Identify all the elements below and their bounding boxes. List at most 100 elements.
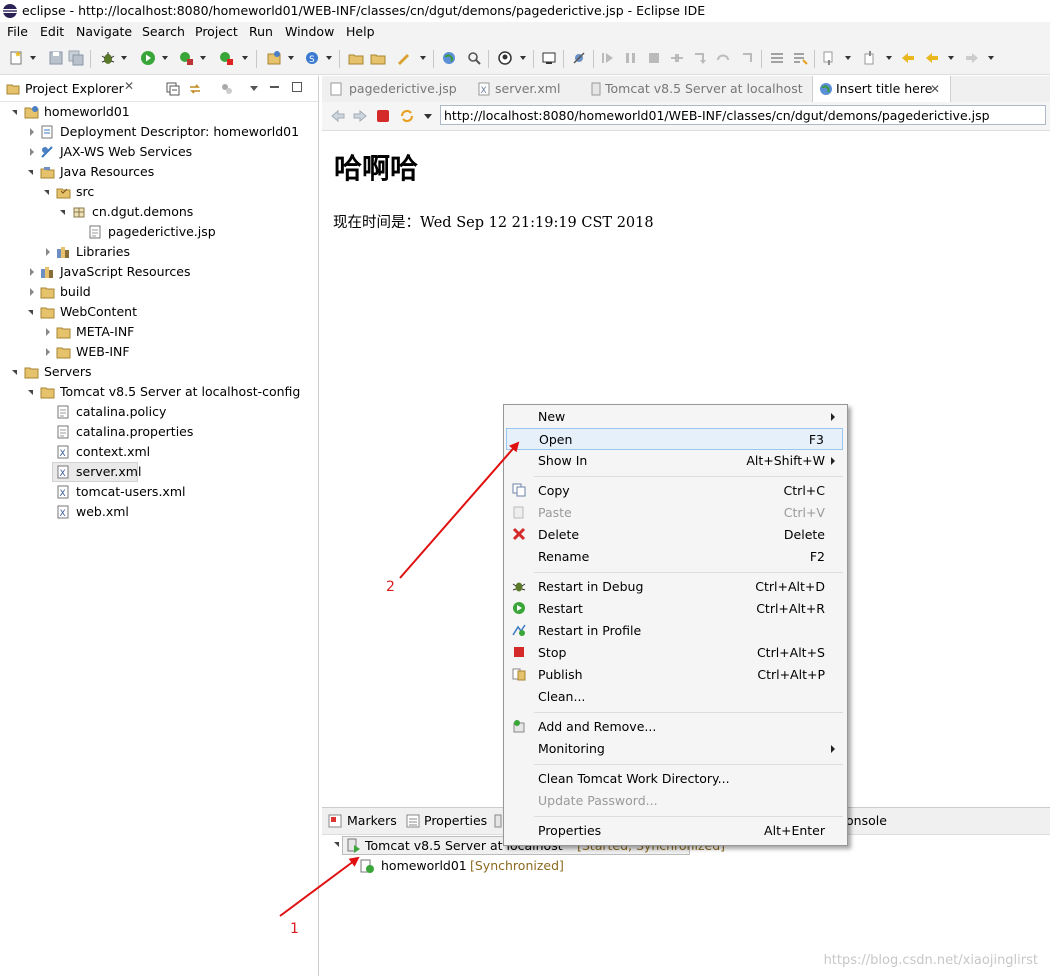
tree-item-servers[interactable]: Servers [0, 362, 318, 382]
coverage-icon[interactable] [218, 50, 234, 66]
debug-icon[interactable] [100, 50, 116, 66]
skip-breakpoints-icon[interactable] [571, 50, 587, 66]
web-browser-icon[interactable] [441, 50, 457, 66]
menu-item-properties[interactable]: Properties Alt+Enter [506, 820, 843, 842]
step-into-icon[interactable] [692, 50, 708, 66]
project-explorer-title[interactable]: Project Explorer [25, 81, 124, 96]
tab-properties[interactable]: Properties [406, 808, 492, 834]
suspend-icon[interactable] [623, 50, 639, 66]
stop-icon[interactable] [376, 109, 390, 123]
tab-pagederictive-jsp[interactable]: pagederictive.jsp [324, 76, 470, 102]
tab-tomcat-server[interactable]: Tomcat v8.5 Server at localhost [584, 76, 810, 102]
tree-item-tomcat-config[interactable]: Tomcat v8.5 Server at localhost-config [0, 382, 318, 402]
tab-server-xml[interactable]: X server.xml [472, 76, 582, 102]
menu-item-monitoring[interactable]: Monitoring [506, 738, 843, 760]
menu-item-add-remove[interactable]: Add and Remove... [506, 716, 843, 738]
tree-item-context-xml[interactable]: X context.xml [0, 442, 318, 462]
forward-icon[interactable] [352, 108, 368, 124]
menu-item-paste[interactable]: Paste Ctrl+V [506, 502, 843, 524]
filter-icon[interactable] [220, 82, 234, 96]
menu-item-stop[interactable]: Stop Ctrl+Alt+S [506, 642, 843, 664]
resume-icon[interactable] [600, 50, 616, 66]
tree-item-javascript-resources[interactable]: JavaScript Resources [0, 262, 318, 282]
run-icon[interactable] [140, 50, 156, 66]
menu-item-new[interactable]: New [506, 406, 843, 428]
tree-item-java-resources[interactable]: Java Resources [0, 162, 318, 182]
menu-navigate[interactable]: Navigate [76, 24, 132, 39]
url-input[interactable]: http://localhost:8080/homeworld01/WEB-IN… [440, 105, 1046, 125]
close-tab-icon[interactable]: ✕ [930, 76, 940, 102]
refresh-dropdown-icon[interactable] [424, 114, 432, 119]
prev-annotation-icon[interactable] [862, 50, 878, 66]
menu-project[interactable]: Project [195, 24, 238, 39]
close-icon[interactable]: ✕ [124, 79, 134, 93]
tree-item-homeworld01[interactable]: homeworld01 [0, 102, 318, 122]
menu-help[interactable]: Help [346, 24, 375, 39]
tree-item-build[interactable]: build [0, 282, 318, 302]
save-icon[interactable] [48, 50, 64, 66]
tree-item-jax-ws[interactable]: JAX-WS Web Services [0, 142, 318, 162]
toggle-mark-icon[interactable] [769, 50, 785, 66]
minimize-icon[interactable] [270, 86, 279, 88]
menu-item-restart-debug[interactable]: Restart in Debug Ctrl+Alt+D [506, 576, 843, 598]
menu-window[interactable]: Window [285, 24, 334, 39]
tree-item-pagederictive-jsp[interactable]: pagederictive.jsp [0, 222, 318, 242]
tree-item-package[interactable]: cn.dgut.demons [0, 202, 318, 222]
tree-item-src[interactable]: src [0, 182, 318, 202]
forward-icon[interactable] [964, 50, 980, 66]
menu-item-clean-tomcat-work-dir[interactable]: Clean Tomcat Work Directory... [506, 768, 843, 790]
collapse-all-icon[interactable] [166, 82, 180, 96]
next-annotation-icon[interactable] [821, 50, 837, 66]
refresh-icon[interactable] [399, 108, 415, 124]
new-java-project-icon[interactable] [266, 50, 282, 66]
tab-insert-title-here[interactable]: Insert title here ✕ [812, 76, 951, 102]
tree-item-webcontent[interactable]: WebContent [0, 302, 318, 322]
save-all-icon[interactable] [68, 50, 84, 66]
view-menu-icon[interactable] [250, 86, 258, 91]
annotation-icon[interactable] [792, 50, 808, 66]
menu-item-rename[interactable]: Rename F2 [506, 546, 843, 568]
menu-item-clean[interactable]: Clean... [506, 686, 843, 708]
perspective-icon[interactable] [497, 50, 513, 66]
run-external-icon[interactable] [178, 50, 194, 66]
menu-item-publish[interactable]: Publish Ctrl+Alt+P [506, 664, 843, 686]
back-icon[interactable] [924, 50, 940, 66]
console-icon[interactable] [541, 50, 557, 66]
tree-item-catalina-properties[interactable]: catalina.properties [0, 422, 318, 442]
open-type-icon[interactable] [348, 50, 364, 66]
tab-markers[interactable]: Markers [326, 808, 402, 834]
tree-item-libraries[interactable]: Libraries [0, 242, 318, 262]
expand-icon[interactable] [334, 842, 339, 847]
terminate-icon[interactable] [646, 50, 662, 66]
menu-run[interactable]: Run [249, 24, 273, 39]
tree-item-server-xml[interactable]: X server.xml [52, 462, 141, 482]
tree-item-deployment-descriptor[interactable]: Deployment Descriptor: homeworld01 [0, 122, 318, 142]
menu-item-restart[interactable]: Restart Ctrl+Alt+R [506, 598, 843, 620]
tree-item-web-inf[interactable]: WEB-INF [0, 342, 318, 362]
maximize-icon[interactable] [292, 82, 302, 92]
disconnect-icon[interactable] [669, 50, 685, 66]
open-task-icon[interactable] [395, 50, 411, 66]
tab-console[interactable]: onsole [846, 808, 926, 834]
back-icon[interactable] [330, 108, 346, 124]
last-edit-icon[interactable] [900, 50, 916, 66]
menu-item-open[interactable]: Open F3 [506, 428, 843, 450]
menu-edit[interactable]: Edit [40, 24, 64, 39]
tree-item-tomcat-users-xml[interactable]: X tomcat-users.xml [0, 482, 318, 502]
tree-item-meta-inf[interactable]: META-INF [0, 322, 318, 342]
step-over-icon[interactable] [715, 50, 731, 66]
link-with-editor-icon[interactable] [188, 82, 202, 96]
open-folder-icon[interactable] [370, 50, 386, 66]
search-icon[interactable] [466, 50, 482, 66]
menu-file[interactable]: File [7, 24, 28, 39]
tree-item-web-xml[interactable]: X web.xml [0, 502, 318, 522]
step-return-icon[interactable] [738, 50, 754, 66]
new-class-icon[interactable]: S [304, 50, 320, 66]
new-icon[interactable] [9, 50, 25, 66]
menu-search[interactable]: Search [142, 24, 185, 39]
menu-item-update-password[interactable]: Update Password... [506, 790, 843, 812]
tab-servers[interactable] [492, 808, 502, 834]
menu-item-restart-profile[interactable]: Restart in Profile [506, 620, 843, 642]
menu-item-show-in[interactable]: Show In Alt+Shift+W [506, 450, 843, 472]
menu-item-delete[interactable]: Delete Delete [506, 524, 843, 546]
